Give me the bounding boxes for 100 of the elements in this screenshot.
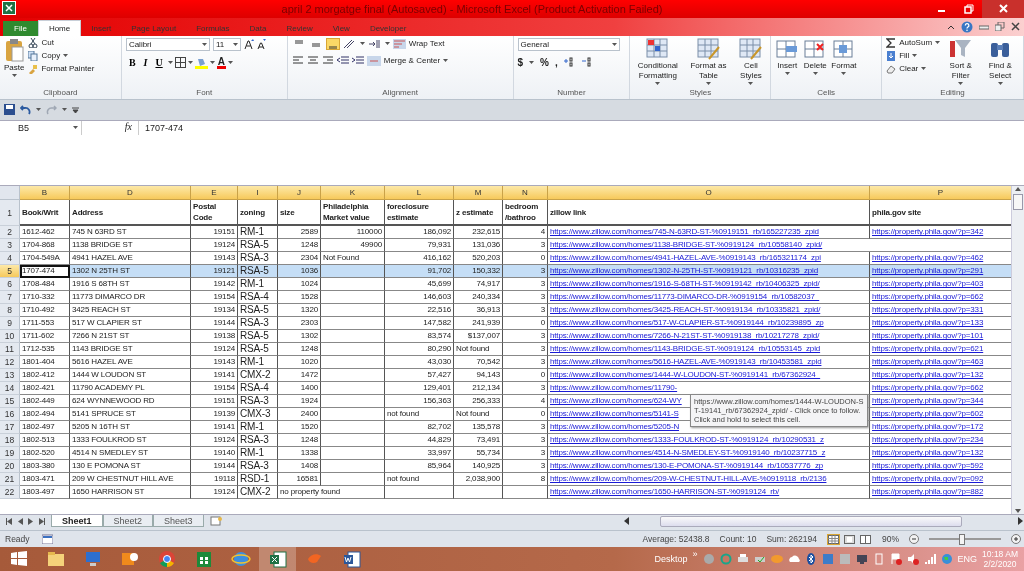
save-icon[interactable] [4,104,15,116]
row-header[interactable]: 15 [0,395,20,409]
merge-center-button[interactable]: Merge & Center [366,55,449,66]
text-angle-icon[interactable] [342,38,357,49]
row-header[interactable]: 22 [0,486,20,500]
cell-link[interactable]: https://www.zillow.com/homes/517-W-CLAPIER-ST-%0919144_rb/10239895_zp [548,317,870,331]
column-header[interactable]: P [870,186,1011,201]
desktop-toolbar-label[interactable]: Desktop [654,554,688,564]
find-select-button[interactable]: Find & Select [981,37,1019,88]
column-header[interactable]: D [70,186,191,201]
cell-link[interactable]: https://www.zillow.com/homes/1143-BRIDGE-ST-%0919124_rb/10553145_zpid [548,343,870,357]
undo-icon[interactable] [20,105,31,115]
row-header[interactable]: 5 [0,265,20,279]
close-icon[interactable] [998,4,1008,14]
cell-link[interactable]: https://www.zillow.com/homes/1916-S-68TH-ST-%0919142_rb/10406325_zpid/ [548,278,870,292]
vertical-scrollbar[interactable] [1011,186,1024,515]
row-header[interactable]: 11 [0,343,20,357]
scroll-thumb[interactable] [1013,194,1023,211]
restore-workbook-icon[interactable] [995,22,1005,32]
row-header[interactable]: 17 [0,421,20,435]
globe-e-icon[interactable] [230,549,251,569]
conditional-formatting-button[interactable]: Conditional Formatting [634,37,682,88]
borders-icon[interactable] [174,57,186,69]
align-right-icon[interactable] [321,55,334,66]
document-icon[interactable] [341,549,362,569]
row-header[interactable]: 14 [0,382,20,396]
wrap-text-button[interactable]: Wrap Text [392,38,445,49]
row-header[interactable]: 7 [0,291,20,305]
zoom-out-icon[interactable] [909,534,919,545]
row-header[interactable]: 12 [0,356,20,370]
column-header[interactable]: N [503,186,548,201]
page-layout-view-button[interactable] [843,533,856,545]
row-header[interactable]: 6 [0,278,20,292]
row-header[interactable]: 8 [0,304,20,318]
sheet-tab[interactable]: Sheet1 [51,515,103,528]
windows-logo-icon[interactable] [8,549,29,569]
help-icon[interactable] [961,20,973,33]
row-header[interactable]: 19 [0,447,20,461]
row-header[interactable]: 1 [0,200,20,227]
column-header[interactable]: I [238,186,278,201]
cell-link[interactable]: https://www.zillow.com/homes/209-W-CHESTNUT-HILL-AVE-%0919118_rb/2136 [548,473,870,487]
currency-button[interactable]: $ [517,56,524,68]
column-header[interactable]: K [321,186,385,201]
spreadsheet-icon[interactable] [267,549,288,569]
increase-decimal-icon[interactable] [563,57,576,68]
column-header[interactable]: L [385,186,454,201]
insert-function-button[interactable]: fx [82,120,139,135]
cut-button[interactable]: Cut [28,37,95,48]
flag-error-icon[interactable] [889,553,902,565]
cell-link[interactable]: https://www.zillow.com/homes/745-N-63RD-ST-%0919151_rb/165227235_zpid [548,226,870,240]
underline-button[interactable]: U [152,57,166,69]
row-header[interactable]: 3 [0,239,20,253]
scroll-left-icon[interactable] [624,517,630,526]
percent-button[interactable]: % [540,56,549,68]
row-header[interactable]: 13 [0,369,20,383]
printer-icon[interactable] [736,553,749,565]
comma-button[interactable]: , [554,56,558,68]
row-header[interactable]: 4 [0,252,20,266]
format-as-table-button[interactable]: Format as Table [685,37,732,88]
align-left-icon[interactable] [291,55,304,66]
row-header[interactable]: 10 [0,330,20,344]
sheet-tab[interactable]: Sheet3 [153,515,204,528]
scroll-right-icon[interactable] [1018,517,1024,526]
row-header[interactable]: 20 [0,460,20,474]
column-header[interactable]: M [454,186,503,201]
column-header[interactable]: O [548,186,870,201]
folder-icon[interactable] [45,549,66,569]
clear-button[interactable]: Clear [886,63,941,74]
paste-button[interactable]: Paste [4,37,25,88]
sort-filter-button[interactable]: Sort & Filter [944,37,978,88]
delete-cells-button[interactable]: Delete [803,37,828,88]
monitor-icon[interactable] [855,553,868,565]
font-color-button[interactable]: A [216,56,226,69]
cell-link[interactable]: https://www.zillow.com/homes/7266-N-21ST-ST-%0919138_rb/10217278_zpid/ [548,330,870,344]
app-tile-icon[interactable] [821,553,834,565]
cloud-icon[interactable] [787,553,800,565]
font-size-field[interactable]: 11 [212,37,241,51]
row-header[interactable]: 9 [0,317,20,331]
bar-triangle-icon[interactable] [39,518,45,526]
cell-link[interactable]: https://www.zillow.com/homes/1650-HARRISON-ST-%0919124_rb/ [548,486,870,500]
format-cells-button[interactable]: Format [831,37,857,88]
zoom-level[interactable]: 90% [882,534,899,545]
cell-link[interactable]: https://www.zillow.com/homes/1333-FOULKROD-ST-%0919124_rb/10290531_z [548,434,870,448]
page-break-view-button[interactable] [859,533,872,545]
bar-triangle-icon[interactable] [6,518,12,526]
column-header[interactable]: E [191,186,238,201]
zoom-slider[interactable] [959,534,966,546]
cell-link[interactable]: https://www.zillow.com/homes/1302-N-25TH-ST-%0919121_rb/10316235_zpid [548,265,870,279]
bluetooth-icon[interactable] [804,553,817,565]
volume-muted-icon[interactable] [906,553,919,565]
cell-link[interactable]: https://www.zillow.com/homes/3425-REACH-ST-%0919134_rb/10335821_zpid/ [548,304,870,318]
bold-button[interactable]: B [125,57,139,69]
tile-icon[interactable] [838,553,851,565]
font-name-field[interactable]: Calibri [125,37,210,51]
row-header[interactable]: 18 [0,434,20,448]
italic-button[interactable]: I [140,57,151,69]
cell-styles-button[interactable]: Cell Styles [735,37,767,88]
column-header[interactable]: J [278,186,321,201]
cell-link[interactable]: https://www.zillow.com/homes/1138-BRIDGE-ST-%0919124_rb/10558140_zpid/ [548,239,1011,253]
sheet-tab[interactable]: Sheet2 [102,515,154,528]
